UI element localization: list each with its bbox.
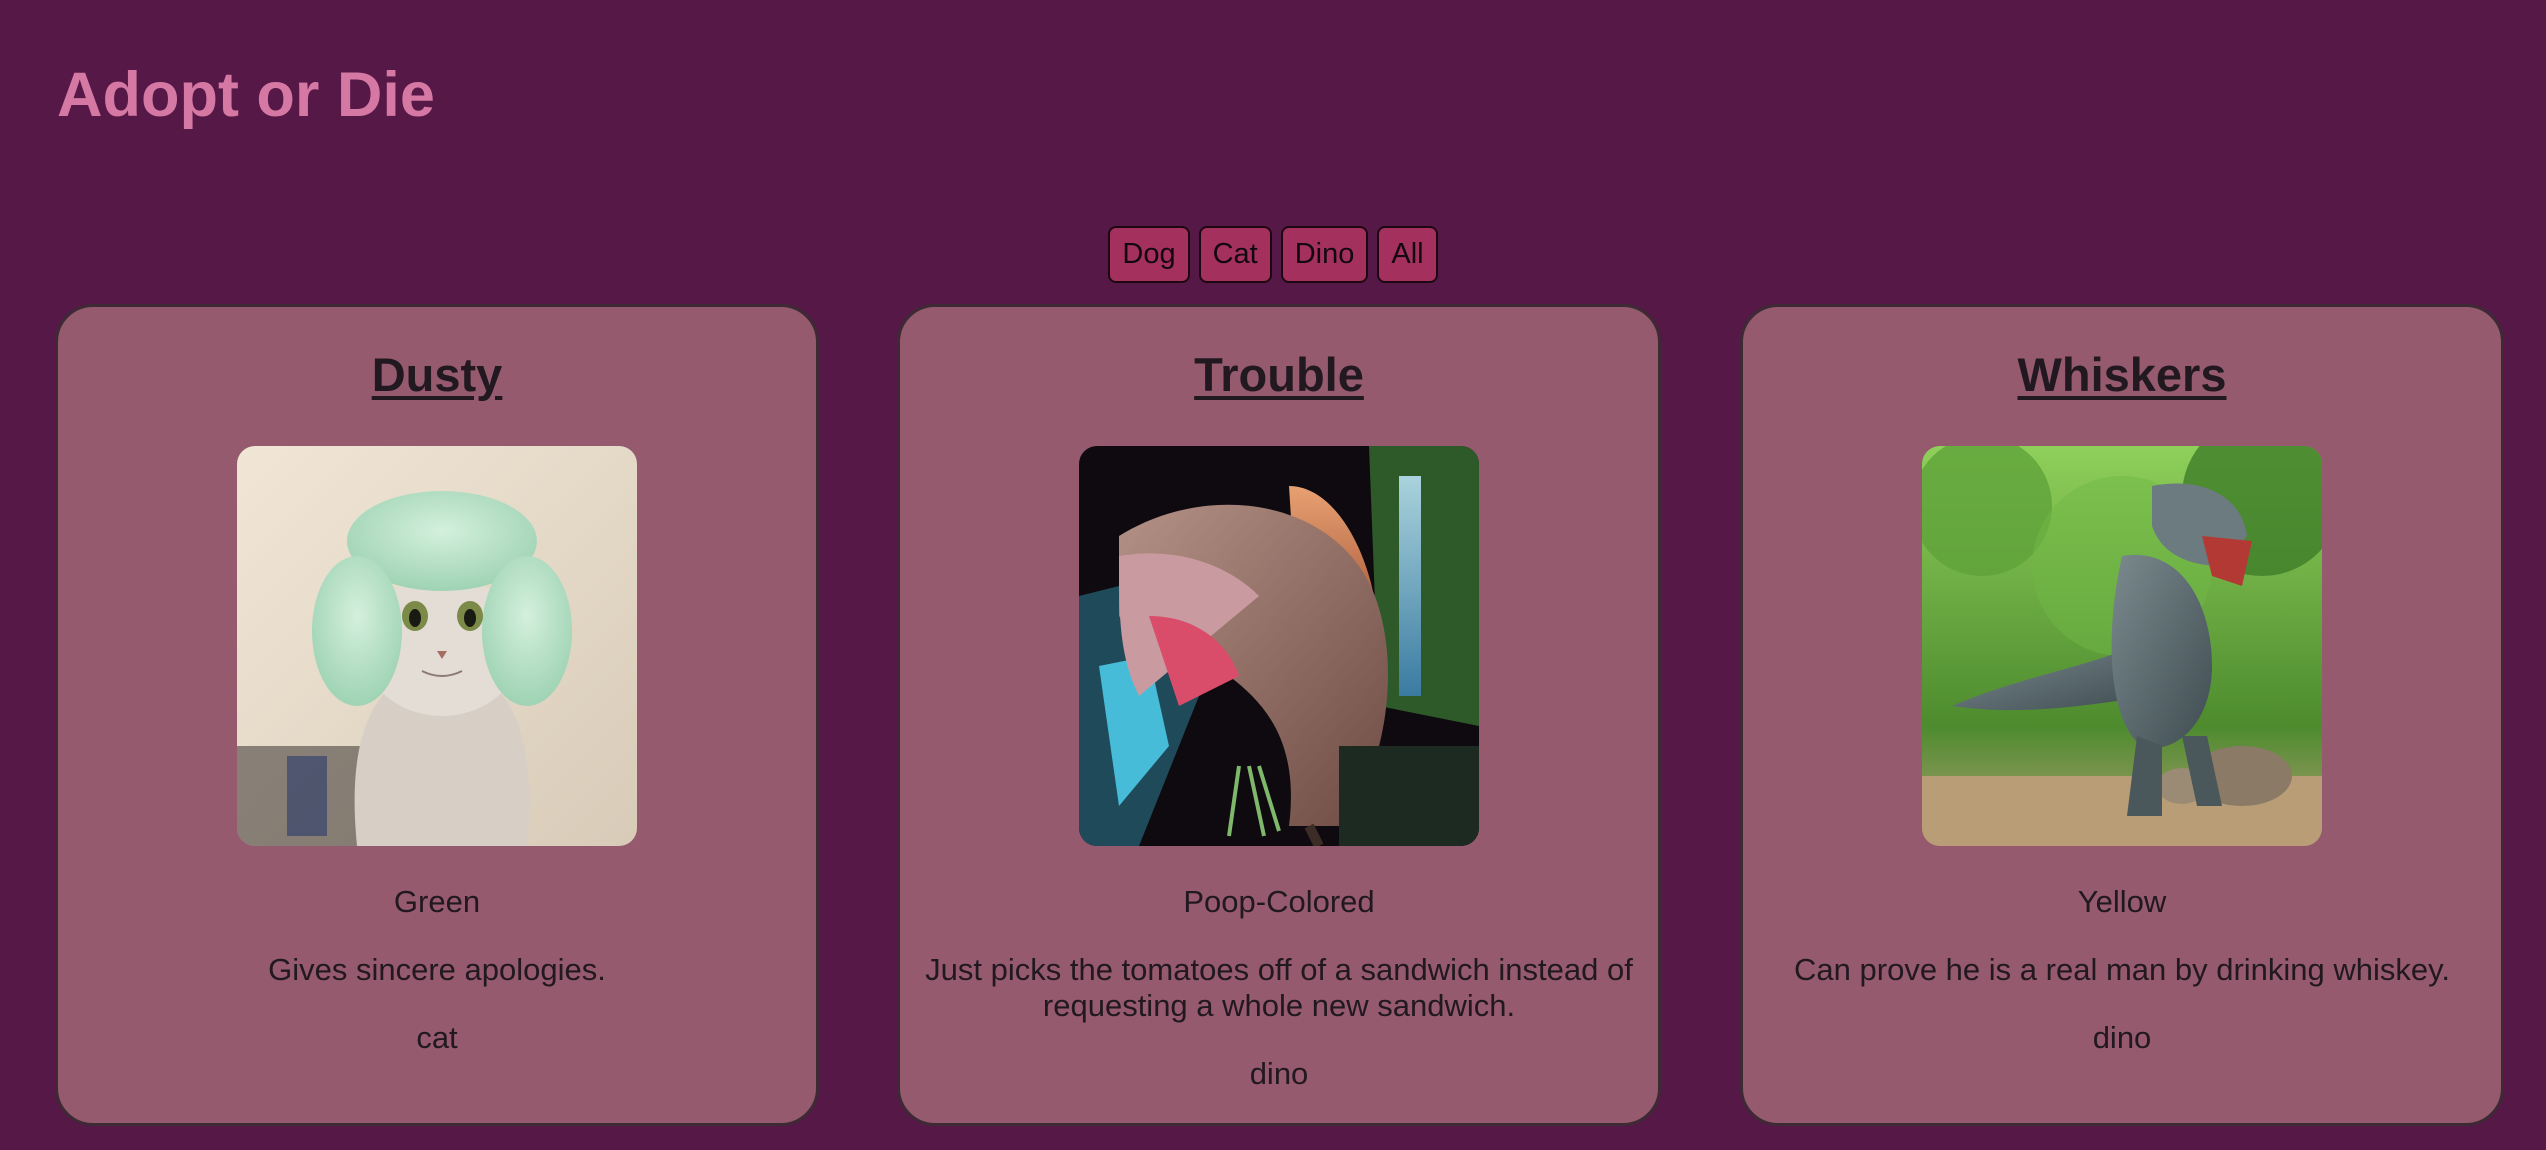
pet-name: Dusty [371,348,503,401]
pet-color: Yellow [2077,884,2167,919]
pet-species: cat [416,1020,458,1055]
pet-photo [1922,446,2322,846]
pet-species: dino [2092,1020,2152,1055]
filter-dog-button[interactable]: Dog [1108,226,1190,283]
site-title: Adopt or Die [57,60,435,130]
pet-name: Whiskers [2017,348,2227,401]
pet-description: Gives sincere apologies. [268,952,606,987]
pet-color: Green [393,884,481,919]
pet-photo [237,446,637,846]
pet-card: Dusty Green Gives sincere apologies. cat [55,304,819,1126]
pet-card: Whiskers Yellow Can prove he is a real m… [1740,304,2504,1126]
pet-card-list: Dusty Green Gives sincere apologies. cat… [0,304,2546,1126]
filter-all-button[interactable]: All [1377,226,1438,283]
filter-dino-button[interactable]: Dino [1280,226,1369,283]
filter-bar: Dog Cat Dino All [0,226,2546,283]
pet-card: Trouble Poop-Colored Just picks the toma… [897,304,1661,1126]
pet-color: Poop-Colored [1183,884,1375,919]
pet-description: Just picks the tomatoes off of a sandwic… [925,952,1633,1023]
pet-description: Can prove he is a real man by drinking w… [1794,952,2450,987]
spinosaurus-photo [1079,446,1479,846]
pet-photo [1079,446,1479,846]
pet-name: Trouble [1194,348,1364,401]
pet-species: dino [1249,1056,1309,1091]
cat-wearing-towel-photo [237,446,637,846]
t-rex-in-forest-photo [1922,446,2322,846]
filter-cat-button[interactable]: Cat [1198,226,1272,283]
